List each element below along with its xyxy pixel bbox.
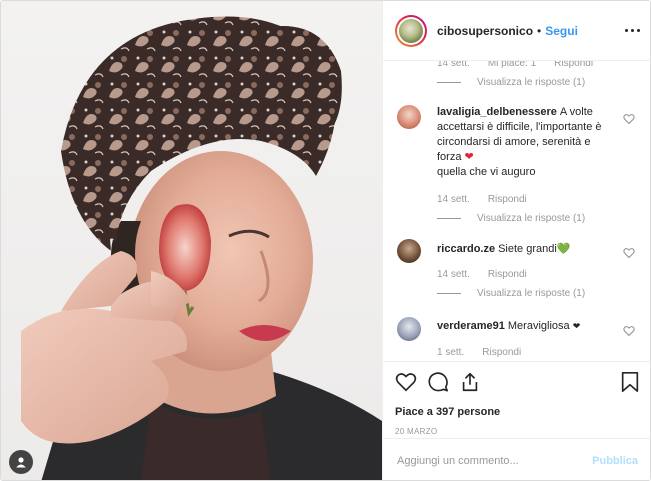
instagram-post: cibosupersonico • Segui 14 sett. Mi piac… xyxy=(0,0,651,481)
post-header: cibosupersonico • Segui xyxy=(383,1,650,61)
comment-item: lavaligia_delbenessere A volte accettarsi… xyxy=(397,105,637,224)
heart-icon[interactable] xyxy=(623,247,635,259)
comment-icon[interactable] xyxy=(427,371,449,393)
commenter-avatar[interactable] xyxy=(397,239,421,263)
comment-content: Meravigliosa xyxy=(507,320,570,332)
commenter-username[interactable]: riccardo.ze xyxy=(437,243,495,255)
reply-button[interactable]: Rispondi xyxy=(488,269,527,280)
comment-content: Siete grandi xyxy=(498,243,557,255)
comment-text: verderame91 Meravigliosa ❤ xyxy=(437,317,609,334)
reply-button[interactable]: Rispondi xyxy=(554,61,593,69)
user-tag-icon xyxy=(16,457,26,468)
comment-meta: 14 sett. Rispondi xyxy=(437,269,637,280)
three-dots-icon[interactable] xyxy=(625,29,640,32)
comment-time: 14 sett. xyxy=(437,269,470,280)
comment-item: riccardo.ze Siete grandi💚 14 sett. Rispon… xyxy=(397,239,637,299)
add-comment-bar: Pubblica xyxy=(383,438,650,480)
follow-button[interactable]: Segui xyxy=(545,24,578,38)
heart-icon[interactable] xyxy=(395,371,417,393)
comment-time: 14 sett. xyxy=(437,194,470,205)
commenter-username[interactable]: lavaligia_delbenessere xyxy=(437,106,557,118)
commenter-avatar[interactable] xyxy=(397,105,421,129)
bookmark-icon[interactable] xyxy=(620,371,640,393)
view-replies-label: Visualizza le risposte (1) xyxy=(477,213,586,224)
comment-input[interactable] xyxy=(397,454,593,467)
likes-count[interactable]: Piace a 397 persone xyxy=(395,406,640,418)
author-username[interactable]: cibosupersonico xyxy=(437,24,533,38)
green-heart-emoji: 💚 xyxy=(556,243,571,255)
view-replies-button[interactable]: Visualizza le risposte (1) xyxy=(437,213,637,224)
black-heart-emoji: ❤ xyxy=(572,321,581,331)
publish-button[interactable]: Pubblica xyxy=(592,455,638,467)
comments-list[interactable]: 14 sett. Mi piace: 1 Rispondi Visualizza… xyxy=(383,61,650,361)
comment-content-tail: quella che vi auguro xyxy=(437,166,536,178)
comment-meta: 1 sett. Rispondi xyxy=(437,347,637,358)
heart-icon[interactable] xyxy=(623,113,635,125)
view-replies-label: Visualizza le risposte (1) xyxy=(477,288,586,299)
partial-comment-meta: 14 sett. Mi piace: 1 Rispondi xyxy=(437,61,593,69)
view-replies-button[interactable]: Visualizza le risposte (1) xyxy=(437,77,585,88)
comment-meta: 14 sett. Rispondi xyxy=(437,194,637,205)
share-icon[interactable] xyxy=(459,371,481,393)
post-sidebar: cibosupersonico • Segui 14 sett. Mi piac… xyxy=(382,1,650,480)
tagged-users-button[interactable] xyxy=(9,450,33,474)
post-photo[interactable] xyxy=(1,1,382,480)
comment-time: 14 sett. xyxy=(437,61,470,69)
comment-likes[interactable]: Mi piace: 1 xyxy=(488,61,536,69)
post-actions: Piace a 397 persone 20 MARZO xyxy=(383,361,650,436)
heart-icon[interactable] xyxy=(623,325,635,337)
view-replies-label: Visualizza le risposte (1) xyxy=(477,77,586,88)
photo-illustration xyxy=(21,16,382,480)
red-heart-emoji: ❤ xyxy=(464,151,474,163)
reply-button[interactable]: Rispondi xyxy=(482,347,521,358)
comment-item: verderame91 Meravigliosa ❤ 1 sett. Rispon… xyxy=(397,317,637,358)
comment-time: 1 sett. xyxy=(437,347,465,358)
post-date: 20 MARZO xyxy=(395,427,438,436)
author-avatar[interactable] xyxy=(395,14,427,47)
commenter-username[interactable]: verderame91 xyxy=(437,320,505,332)
action-icons xyxy=(395,370,640,394)
reply-button[interactable]: Rispondi xyxy=(488,194,527,205)
commenter-avatar[interactable] xyxy=(397,317,421,341)
comment-text: lavaligia_delbenessere A volte accettarsi… xyxy=(437,105,609,180)
separator-dot: • xyxy=(537,23,542,38)
view-replies-button[interactable]: Visualizza le risposte (1) xyxy=(437,288,637,299)
comment-text: riccardo.ze Siete grandi💚 xyxy=(437,239,609,257)
